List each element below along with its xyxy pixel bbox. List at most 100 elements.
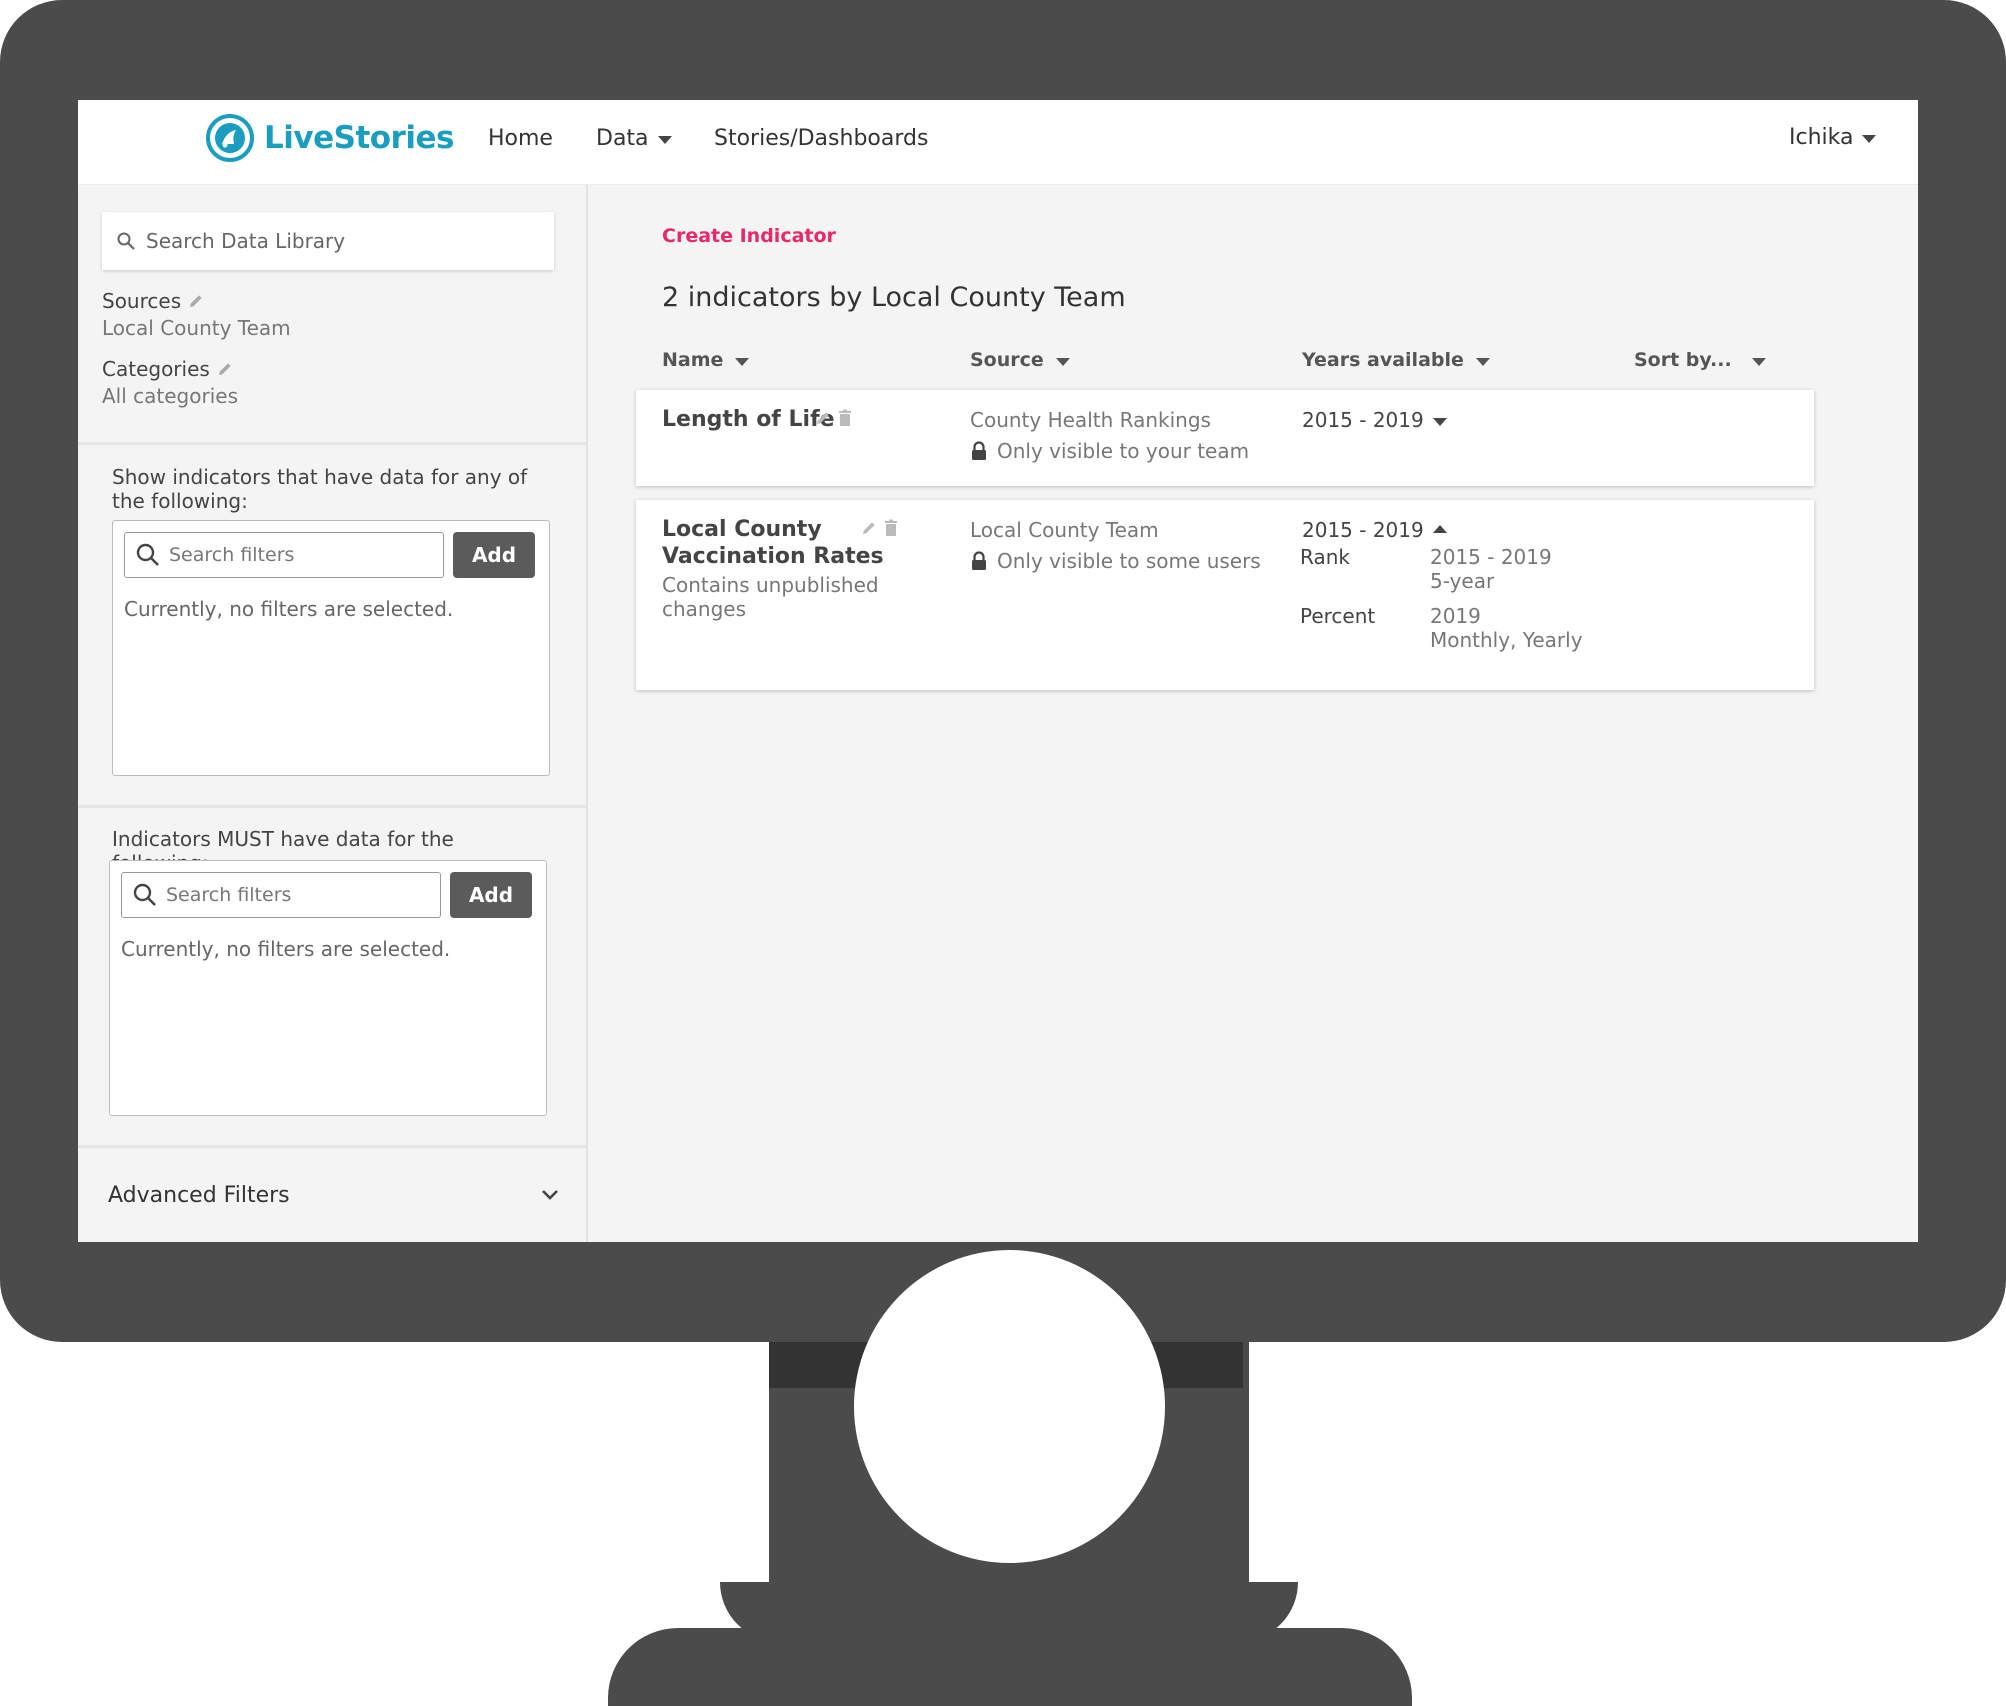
sources-label-text: Sources [102,289,182,313]
note-line2: changes [662,597,747,621]
delete-trash-icon[interactable] [836,409,854,427]
any-filter-empty-text: Currently, no filters are selected. [124,597,454,621]
advanced-filters-toggle[interactable]: Advanced Filters [78,1165,586,1225]
nav-data[interactable]: Data [596,126,672,151]
search-icon [136,543,159,566]
advanced-filters-label: Advanced Filters [108,1183,290,1208]
column-header-source-label: Source [970,349,1044,371]
edit-pencil-icon[interactable] [860,519,878,537]
nav-stories-dashboards[interactable]: Stories/Dashboards [714,126,928,151]
column-header-years-label: Years available [1302,349,1464,371]
must-filter-search-input[interactable]: Search filters [121,872,441,918]
measure-rank-frequency: 5-year [1430,569,1495,593]
data-library-search-placeholder: Search Data Library [146,229,346,253]
measure-percent-years: 2019 [1430,604,1481,628]
indicator-source: County Health Rankings [970,408,1211,432]
note-line1: Contains unpublished [662,573,879,597]
search-icon [117,232,135,250]
indicator-name[interactable]: Local County Vaccination Rates [662,516,884,570]
years-dropdown[interactable]: 2015 - 2019 [1302,408,1447,432]
brand-logo[interactable]: LiveStories [206,114,454,162]
edit-sources-pencil-icon[interactable] [187,292,205,310]
column-header-source[interactable]: Source [970,349,1070,371]
sidebar-divider [78,1145,586,1148]
any-filter-add-button[interactable]: Add [453,532,535,578]
indicator-name-line2: Vaccination Rates [662,544,884,569]
column-header-name-label: Name [662,349,724,371]
years-value: 2015 - 2019 [1302,518,1424,542]
nav-stories-label: Stories/Dashboards [714,126,929,151]
chevron-down-icon [542,1190,558,1200]
monitor-base [608,1628,1412,1706]
lock-icon [972,441,986,460]
results-heading: 2 indicators by Local County Team [662,282,1126,313]
caret-down-icon [1432,417,1447,426]
sources-value: Local County Team [102,316,291,340]
indicator-visibility: Only visible to some users [970,549,1261,573]
caret-down-icon [1862,135,1877,143]
sources-label: Sources [102,289,205,313]
create-indicator-link[interactable]: Create Indicator [662,225,836,247]
measure-label-rank: Rank [1300,545,1350,569]
sort-by-label: Sort by... [1634,349,1732,371]
indicator-visibility-text: Only visible to some users [997,549,1261,573]
measure-percent-details: 2019 Monthly, Yearly [1430,604,1583,652]
livestories-logo-icon [206,114,254,162]
user-name: Ichika [1789,125,1854,150]
measure-percent-frequency: Monthly, Yearly [1430,628,1583,652]
categories-value: All categories [102,384,238,408]
top-nav: LiveStories Home Data Stories/Dashboards… [78,100,1918,185]
column-header-name[interactable]: Name [662,349,750,371]
must-filter-panel: Search filters Add Currently, no filters… [109,860,547,1116]
lock-icon [972,551,986,570]
user-menu[interactable]: Ichika [1789,125,1877,150]
edit-pencil-icon[interactable] [814,409,832,427]
caret-down-icon [735,357,750,366]
indicator-source: Local County Team [970,518,1159,542]
measure-rank-years: 2015 - 2019 [1430,545,1552,569]
indicator-actions [814,409,858,427]
app-screen: LiveStories Home Data Stories/Dashboards… [78,100,1918,1242]
indicator-visibility-text: Only visible to your team [997,439,1250,463]
caret-down-icon [1055,357,1070,366]
nav-data-label: Data [596,126,649,151]
unpublished-changes-note: Contains unpublished changes [662,573,892,621]
caret-down-icon [1751,357,1766,366]
sidebar-divider [78,442,586,445]
years-dropdown-expanded[interactable]: 2015 - 2019 [1302,518,1447,542]
categories-label: Categories [102,357,234,381]
caret-down-icon [657,136,672,144]
caret-down-icon [1475,357,1490,366]
any-filter-title: Show indicators that have data for any o… [112,465,528,513]
indicator-card-length-of-life[interactable]: Length of Life County Health Rankings On… [636,390,1814,486]
any-filter-search-input[interactable]: Search filters [124,532,444,578]
indicator-name-line1: Local County [662,517,822,542]
sidebar-divider [78,805,586,808]
nav-home[interactable]: Home [488,126,553,151]
sort-by-dropdown[interactable]: Sort by... [1634,349,1766,371]
column-header-years[interactable]: Years available [1302,349,1490,371]
edit-categories-pencil-icon[interactable] [216,360,234,378]
must-filter-search-placeholder: Search filters [166,884,292,906]
sidebar: Search Data Library Sources Local County… [78,185,588,1242]
categories-label-text: Categories [102,357,210,381]
monitor-neck-cutout [854,1250,1165,1563]
must-filter-empty-text: Currently, no filters are selected. [121,937,451,961]
brand-name: LiveStories [264,120,454,156]
must-filter-add-button[interactable]: Add [450,872,532,918]
any-filter-search-placeholder: Search filters [169,544,295,566]
data-library-search-input[interactable]: Search Data Library [102,212,554,270]
indicator-visibility: Only visible to your team [970,439,1249,463]
search-icon [133,883,156,906]
indicator-actions [860,519,904,537]
measure-rank-details: 2015 - 2019 5-year [1430,545,1552,593]
measure-label-percent: Percent [1300,604,1376,628]
nav-home-label: Home [488,126,553,151]
delete-trash-icon[interactable] [882,519,900,537]
indicator-card-vaccination-rates[interactable]: Local County Vaccination Rates Contains … [636,500,1814,690]
main-content: Create Indicator 2 indicators by Local C… [588,185,1918,1242]
years-value: 2015 - 2019 [1302,408,1424,432]
indicator-name[interactable]: Length of Life [662,406,835,433]
caret-up-icon [1432,524,1447,533]
any-filter-panel: Search filters Add Currently, no filters… [112,520,550,776]
